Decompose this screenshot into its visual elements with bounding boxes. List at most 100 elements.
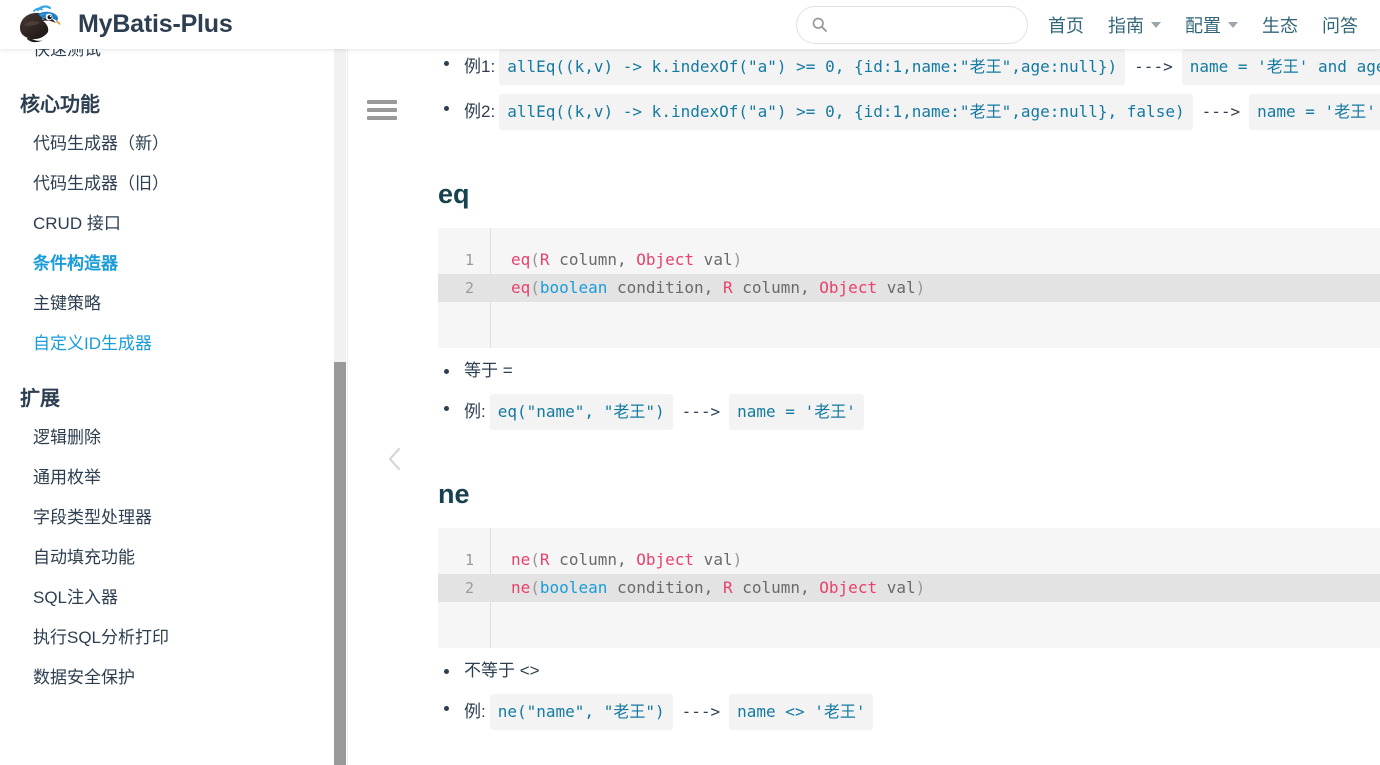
- code-line-content: [490, 602, 521, 630]
- example-result: name = '老王': [1249, 94, 1380, 130]
- code-line: 2 eq(boolean condition, R column, Object…: [438, 274, 1380, 302]
- example-code: allEq((k,v) -> k.indexOf("a") >= 0, {id:…: [499, 49, 1126, 85]
- sidebar-item-label: 数据安全保护: [33, 668, 135, 687]
- search-input[interactable]: [834, 6, 1013, 43]
- hamburger-bar: [367, 116, 397, 120]
- code-line-number: 1: [464, 551, 474, 569]
- code-line-empty: [438, 602, 1380, 630]
- sidebar-item-type-handler[interactable]: 字段类型处理器: [0, 498, 347, 538]
- nav-item-label: 首页: [1048, 15, 1084, 36]
- hamburger-bar: [367, 100, 397, 104]
- example-code: allEq((k,v) -> k.indexOf("a") >= 0, {id:…: [499, 94, 1193, 130]
- code-line: 1 eq(R column, Object val): [438, 246, 1380, 274]
- nav-item-label: 配置: [1185, 15, 1221, 36]
- sidebar-scroll-container: 快速测试 核心功能 代码生成器（新） 代码生成器（旧） CRUD 接口 条件构造…: [0, 49, 347, 698]
- sidebar-item-auto-fill[interactable]: 自动填充功能: [0, 538, 347, 578]
- nav-item-label: 指南: [1108, 15, 1144, 36]
- sidebar-item-label: 通用枚举: [33, 468, 101, 487]
- arrow-separator: --->: [681, 702, 721, 721]
- nav-item-qa[interactable]: 问答: [1310, 12, 1370, 38]
- sidebar-item-data-security[interactable]: 数据安全保护: [0, 658, 347, 698]
- code-line: 1 ne(R column, Object val): [438, 546, 1380, 574]
- nav-item-config[interactable]: 配置: [1173, 12, 1250, 38]
- nav-item-label: 生态: [1262, 15, 1298, 36]
- sidebar-item-generator-old[interactable]: 代码生成器（旧）: [0, 164, 347, 204]
- sidebar-item-wrapper[interactable]: 条件构造器: [0, 244, 347, 284]
- main-content: 例1: allEq((k,v) -> k.indexOf("a") >= 0, …: [348, 49, 1380, 765]
- list-item: 不等于 <>: [438, 657, 1380, 685]
- hamburger-bar: [367, 108, 397, 112]
- content-inner: 例1: allEq((k,v) -> k.indexOf("a") >= 0, …: [348, 49, 1380, 739]
- eq-notes-list: 等于 = 例: eq("name", "老王") ---> name = '老王…: [438, 357, 1380, 430]
- code-block-eq: 1 eq(R column, Object val) 2 eq(boolean …: [438, 228, 1380, 348]
- sidebar-item-label: CRUD 接口: [33, 214, 121, 233]
- search-box[interactable]: [796, 5, 1028, 44]
- list-item: 例: ne("name", "老王") ---> name <> '老王': [438, 694, 1380, 730]
- sidebar-item-label: 自动填充功能: [33, 548, 135, 567]
- list-item: 例2: allEq((k,v) -> k.indexOf("a") >= 0, …: [438, 94, 1380, 130]
- nav-item-label: 问答: [1322, 15, 1358, 36]
- sidebar-item-generator-new[interactable]: 代码生成器（新）: [0, 124, 347, 164]
- nav-links: 首页 指南 配置 生态 问答: [1036, 12, 1380, 38]
- sidebar-item-label: 逻辑删除: [33, 428, 101, 447]
- list-item: 例1: allEq((k,v) -> k.indexOf("a") >= 0, …: [438, 49, 1380, 85]
- code-line-content: eq(R column, Object val): [511, 250, 743, 269]
- list-item: 等于 =: [438, 357, 1380, 385]
- alleq-examples-list: 例1: allEq((k,v) -> k.indexOf("a") >= 0, …: [438, 49, 1380, 130]
- section-heading-ne: ne: [438, 479, 470, 509]
- sidebar-item-label: 快速测试: [33, 49, 101, 59]
- code-line-content: ne(boolean condition, R column, Object v…: [511, 578, 926, 597]
- sidebar-item-enum[interactable]: 通用枚举: [0, 458, 347, 498]
- note-label: 例:: [464, 702, 486, 721]
- search-icon: [812, 17, 827, 32]
- sidebar-item-sql-injector[interactable]: SQL注入器: [0, 578, 347, 618]
- code-line-number: 2: [464, 279, 474, 297]
- note-label: 不等于 <>: [464, 661, 540, 680]
- code-line-content: [490, 302, 521, 330]
- sidebar-item-sql-analysis[interactable]: 执行SQL分析打印: [0, 618, 347, 658]
- sidebar-item-label: 代码生成器（新）: [33, 134, 169, 153]
- navbar-right-group: 首页 指南 配置 生态 问答: [796, 0, 1380, 49]
- note-label: 等于 =: [464, 361, 513, 380]
- brand-home-link[interactable]: MyBatis-Plus: [16, 0, 233, 49]
- sidebar-item-logic-delete[interactable]: 逻辑删除: [0, 418, 347, 458]
- sidebar-item-label: 代码生成器（旧）: [33, 174, 169, 193]
- sidebar-item-custom-id-generator[interactable]: 自定义ID生成器: [0, 324, 347, 364]
- note-label: 例:: [464, 402, 486, 421]
- chevron-down-icon: [1228, 21, 1238, 28]
- code-block-ne: 1 ne(R column, Object val) 2 ne(boolean …: [438, 528, 1380, 648]
- note-code: ne("name", "老王"): [489, 694, 673, 730]
- code-line-number: 1: [464, 251, 474, 269]
- chevron-left-icon: [388, 447, 401, 471]
- brand-title: MyBatis-Plus: [78, 10, 233, 38]
- nav-item-ecosystem[interactable]: 生态: [1250, 12, 1310, 38]
- sidebar-item-label: 自定义ID生成器: [33, 334, 152, 353]
- sidebar-scrollbar-thumb[interactable]: [334, 362, 346, 765]
- arrow-separator: --->: [1201, 102, 1241, 121]
- code-line-content: ne(R column, Object val): [511, 550, 743, 569]
- sidebar-item-label: 字段类型处理器: [33, 508, 152, 527]
- section-heading-eq: eq: [438, 179, 470, 209]
- nav-item-guide[interactable]: 指南: [1096, 12, 1173, 38]
- sidebar-group-title-core: 核心功能: [20, 94, 100, 116]
- sidebar-item-crud[interactable]: CRUD 接口: [0, 204, 347, 244]
- sidebar-item-quick-test[interactable]: 快速测试: [0, 49, 347, 70]
- note-result: name <> '老王': [729, 694, 874, 730]
- sidebar: 快速测试 核心功能 代码生成器（新） 代码生成器（旧） CRUD 接口 条件构造…: [0, 49, 348, 765]
- sidebar-collapse-button[interactable]: [382, 440, 408, 478]
- nav-item-home[interactable]: 首页: [1036, 12, 1096, 38]
- hamburger-menu-icon[interactable]: [367, 97, 399, 123]
- code-line-content: eq(boolean condition, R column, Object v…: [511, 278, 926, 297]
- sidebar-item-pk-strategy[interactable]: 主键策略: [0, 284, 347, 324]
- mybatis-plus-bird-logo: [20, 4, 61, 42]
- sidebar-group-title-extension: 扩展: [20, 388, 60, 410]
- top-navbar: MyBatis-Plus 首页 指南 配置 生态 问答: [0, 0, 1380, 49]
- sidebar-item-label: 条件构造器: [33, 254, 118, 273]
- arrow-separator: --->: [681, 402, 721, 421]
- example-label: 例2:: [464, 102, 496, 121]
- list-item: 例: eq("name", "老王") ---> name = '老王': [438, 394, 1380, 430]
- note-code: eq("name", "老王"): [489, 394, 673, 430]
- ne-notes-list: 不等于 <> 例: ne("name", "老王") ---> name <> …: [438, 657, 1380, 730]
- chevron-down-icon: [1151, 21, 1161, 28]
- code-line: 2 ne(boolean condition, R column, Object…: [438, 574, 1380, 602]
